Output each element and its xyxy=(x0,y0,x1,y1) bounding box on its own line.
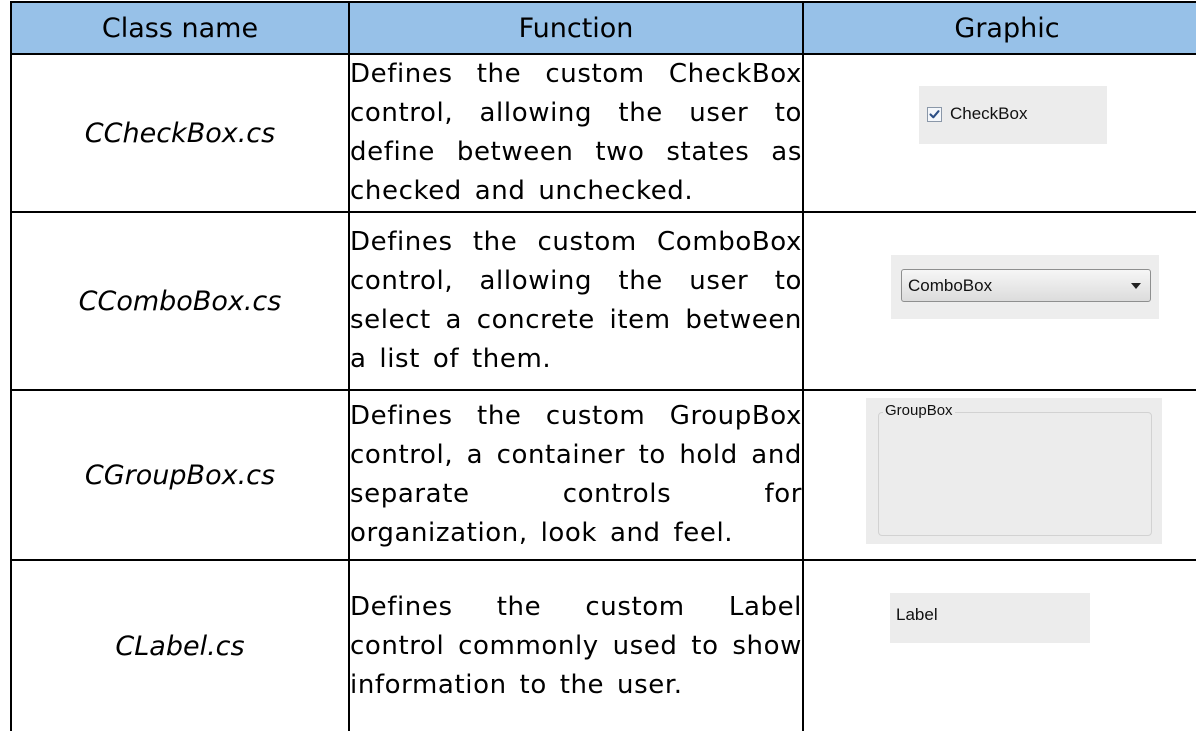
graphic-cell: CheckBox xyxy=(802,53,1196,213)
function-text: Defines the custom CheckBox control, all… xyxy=(350,59,802,206)
class-name-cell: CCheckBox.cs xyxy=(10,53,350,213)
function-text: Defines the custom Label control commonl… xyxy=(350,591,802,700)
class-table: Class name Function Graphic CCheckBox.cs… xyxy=(10,1,1196,731)
class-name-cell: CComboBox.cs xyxy=(10,211,350,391)
checkbox-graphic: CheckBox xyxy=(919,86,1107,144)
dropdown-arrow-icon xyxy=(1131,283,1141,289)
table-row: CLabel.cs Defines the custom Label contr… xyxy=(10,559,1196,731)
header-function: Function xyxy=(348,1,804,55)
table-row: CComboBox.cs Defines the custom ComboBox… xyxy=(10,211,1196,391)
label-text: Label xyxy=(896,605,938,624)
function-cell: Defines the custom ComboBox control, all… xyxy=(348,211,804,391)
combobox-field: ComboBox xyxy=(901,269,1151,302)
graphic-cell: Label xyxy=(802,559,1196,731)
class-name-cell: CLabel.cs xyxy=(10,559,350,731)
checkbox-box xyxy=(927,107,942,122)
header-graphic: Graphic xyxy=(802,1,1196,55)
class-name-cell: CGroupBox.cs xyxy=(10,389,350,561)
checkbox-label: CheckBox xyxy=(950,104,1028,123)
function-cell: Defines the custom GroupBox control, a c… xyxy=(348,389,804,561)
label-graphic: Label xyxy=(890,593,1090,643)
header-class-name: Class name xyxy=(10,1,350,55)
groupbox-graphic: GroupBox xyxy=(866,398,1162,544)
function-text: Defines the custom ComboBox control, all… xyxy=(350,227,802,374)
combobox-graphic: ComboBox xyxy=(891,255,1159,319)
combobox-label: ComboBox xyxy=(908,276,993,295)
graphic-cell: ComboBox xyxy=(802,211,1196,391)
function-cell: Defines the custom CheckBox control, all… xyxy=(348,53,804,213)
table-header-row: Class name Function Graphic xyxy=(10,1,1196,55)
groupbox-label: GroupBox xyxy=(883,402,955,419)
function-cell: Defines the custom Label control commonl… xyxy=(348,559,804,731)
graphic-cell: GroupBox xyxy=(802,389,1196,561)
checkmark-icon xyxy=(929,110,940,119)
table-row: CGroupBox.cs Defines the custom GroupBox… xyxy=(10,389,1196,561)
table-row: CCheckBox.cs Defines the custom CheckBox… xyxy=(10,53,1196,213)
groupbox-frame xyxy=(878,412,1152,536)
document-page: Class name Function Graphic CCheckBox.cs… xyxy=(0,0,1196,731)
function-text: Defines the custom GroupBox control, a c… xyxy=(350,401,802,548)
